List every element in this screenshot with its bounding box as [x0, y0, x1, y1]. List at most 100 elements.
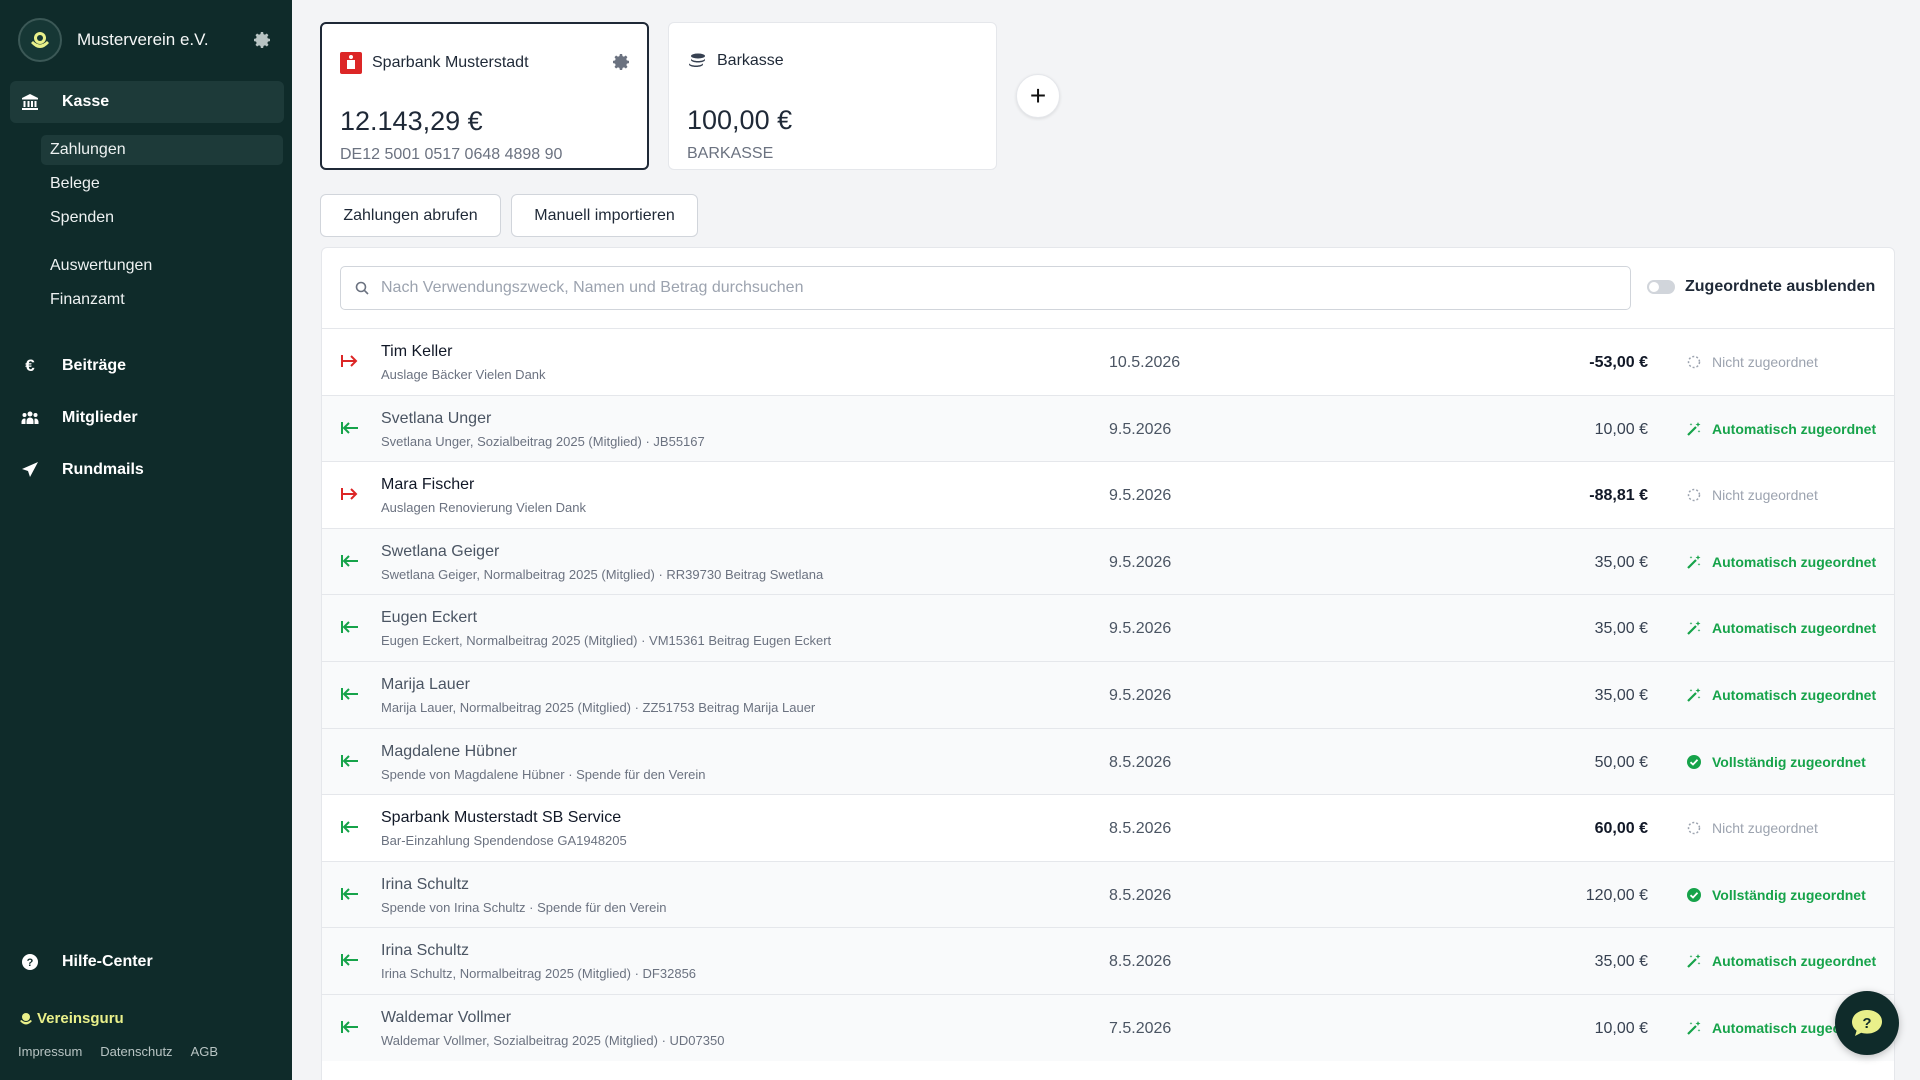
- fetch-payments-button[interactable]: Zahlungen abrufen: [320, 194, 501, 237]
- sub-zahlungen[interactable]: Zahlungen: [41, 135, 283, 165]
- footer-links: Impressum Datenschutz AGB: [18, 1044, 218, 1059]
- payment-status[interactable]: Nicht zugeordnet: [1686, 354, 1818, 370]
- chat-question-icon: ?: [1852, 1010, 1882, 1036]
- link-agb[interactable]: AGB: [191, 1044, 218, 1059]
- payment-status[interactable]: Vollständig zugeordnet: [1686, 754, 1866, 770]
- nav-hilfe-center[interactable]: ? Hilfe-Center: [10, 941, 284, 983]
- toggle-label: Zugeordnete ausblenden: [1685, 278, 1876, 295]
- status-label: Automatisch zugeordnet: [1712, 620, 1877, 637]
- nav-beitraege[interactable]: € Beiträge: [10, 345, 284, 387]
- incoming-arrow-icon: [340, 418, 360, 438]
- payments-list: Tim Keller Auslage Bäcker Vielen Dank 10.5…: [322, 328, 1894, 1061]
- status-label: Vollständig zugeordnet: [1712, 753, 1866, 770]
- payment-status[interactable]: Automatisch zugeordnet: [1686, 421, 1876, 437]
- payment-status[interactable]: Vollständig zugeordnet: [1686, 887, 1866, 903]
- sub-finanzamt[interactable]: Finanzamt: [41, 285, 283, 315]
- payment-row[interactable]: Mara Fischer Auslagen Renovierung Vielen …: [322, 461, 1894, 528]
- coins-icon: [689, 53, 705, 67]
- check-circle-icon: [1686, 887, 1702, 903]
- payment-amount: 60,00 €: [1594, 820, 1648, 838]
- sparbank-logo-icon: [340, 52, 362, 74]
- hide-assigned-toggle[interactable]: Zugeordnete ausblenden: [1647, 278, 1875, 296]
- payment-status[interactable]: Automatisch zugeordnet: [1686, 953, 1876, 969]
- org-settings-gear-icon[interactable]: [250, 28, 274, 52]
- link-datenschutz[interactable]: Datenschutz: [100, 1044, 172, 1059]
- nav-mitglieder[interactable]: Mitglieder: [10, 397, 284, 439]
- payment-name: Irina Schultz: [381, 942, 470, 960]
- payment-description: Auslage Bäcker Vielen Dank: [381, 367, 546, 382]
- payment-description: Swetlana Geiger, Normalbeitrag 2025 (Mit…: [381, 566, 824, 582]
- payment-description: Eugen Eckert, Normalbeitrag 2025 (Mitgli…: [381, 633, 832, 649]
- org-header: Musterverein e.V.: [18, 18, 274, 62]
- payment-name: Swetlana Geiger: [381, 542, 500, 560]
- payment-row[interactable]: Tim Keller Auslage Bäcker Vielen Dank 10.5…: [322, 328, 1894, 395]
- payment-amount: 10,00 €: [1594, 420, 1648, 438]
- payment-name: Magdalene Hübner: [381, 742, 518, 760]
- incoming-arrow-icon: [340, 684, 360, 704]
- magic-wand-icon: [1686, 1020, 1702, 1036]
- search-input[interactable]: [381, 279, 1630, 297]
- account-card-sparbank[interactable]: Sparbank Musterstadt 12.143,29 € DE12 50…: [320, 22, 649, 170]
- status-label: Nicht zugeordnet: [1712, 487, 1818, 504]
- toggle-switch[interactable]: [1647, 280, 1675, 294]
- payment-row[interactable]: Eugen Eckert Eugen Eckert, Normalbeitrag …: [322, 594, 1894, 661]
- nav-rundmails[interactable]: Rundmails: [10, 449, 284, 491]
- payment-description: Spende von Magdalene Hübner · Spende für…: [381, 766, 706, 782]
- magic-wand-icon: [1686, 421, 1702, 437]
- payment-name: Waldemar Vollmer: [381, 1008, 512, 1026]
- payment-amount: 35,00 €: [1594, 686, 1648, 704]
- paper-plane-icon: [20, 460, 40, 480]
- payment-status[interactable]: Automatisch zugeordnet: [1686, 554, 1876, 570]
- status-label: Nicht zugeordnet: [1712, 354, 1818, 370]
- payment-date: 8.5.2026: [1109, 753, 1172, 771]
- outgoing-arrow-icon: [340, 351, 360, 371]
- link-impressum[interactable]: Impressum: [18, 1044, 82, 1059]
- payment-status[interactable]: Nicht zugeordnet: [1686, 487, 1818, 503]
- add-account-button[interactable]: +: [1016, 74, 1060, 118]
- payment-date: 9.5.2026: [1109, 686, 1172, 704]
- payment-row[interactable]: Waldemar Vollmer Waldemar Vollmer, Sozial…: [322, 993, 1894, 1061]
- payment-row[interactable]: Magdalene Hübner Spende von Magdalene Hüb…: [322, 727, 1894, 795]
- euro-icon: €: [25, 356, 35, 375]
- status-label: Automatisch zugeordnet: [1712, 686, 1877, 703]
- sub-label: Belege: [50, 175, 100, 192]
- nav-label: Mitglieder: [62, 409, 138, 426]
- nav-label: Beiträge: [62, 357, 127, 374]
- sub-auswertungen[interactable]: Auswertungen: [41, 251, 283, 281]
- account-iban: DE12 5001 0517 0648 4898 90: [340, 146, 563, 163]
- payment-row[interactable]: Svetlana Unger Svetlana Unger, Sozialbeit…: [322, 394, 1894, 462]
- sub-label: Auswertungen: [50, 257, 153, 274]
- payment-amount: 35,00 €: [1594, 953, 1648, 971]
- payment-description: Auslagen Renovierung Vielen Dank: [381, 500, 587, 516]
- payment-row[interactable]: Marija Lauer Marija Lauer, Normalbeitrag …: [322, 660, 1894, 728]
- payment-status[interactable]: Nicht zugeordnet: [1686, 820, 1818, 836]
- brand-name: Vereinsguru: [37, 1010, 124, 1027]
- help-chat-button[interactable]: ?: [1835, 991, 1899, 1055]
- sub-label: Zahlungen: [50, 141, 126, 158]
- incoming-arrow-icon: [340, 551, 360, 571]
- payment-row[interactable]: Irina Schultz Irina Schultz, Normalbeitra…: [322, 927, 1894, 994]
- nav-kasse[interactable]: Kasse: [10, 81, 284, 123]
- payment-name: Mara Fischer: [381, 476, 475, 494]
- payment-date: 9.5.2026: [1109, 620, 1172, 638]
- payment-date: 8.5.2026: [1109, 886, 1172, 904]
- payment-status[interactable]: Automatisch zugeordnet: [1686, 687, 1876, 703]
- manual-import-button[interactable]: Manuell importieren: [511, 194, 698, 237]
- payment-row[interactable]: Irina Schultz Spende von Irina Schultz · …: [322, 860, 1894, 928]
- account-balance: 100,00 €: [687, 105, 793, 135]
- sub-belege[interactable]: Belege: [41, 169, 283, 199]
- account-card-barkasse[interactable]: Barkasse 100,00 € BARKASSE: [668, 22, 997, 170]
- payment-row[interactable]: Swetlana Geiger Swetlana Geiger, Normalbe…: [322, 527, 1894, 595]
- payment-status[interactable]: Automatisch zugeordnet: [1686, 620, 1876, 636]
- account-label: BARKASSE: [687, 145, 774, 162]
- account-settings-gear-icon[interactable]: [611, 52, 631, 77]
- magic-wand-icon: [1686, 687, 1702, 703]
- search-box[interactable]: [340, 266, 1631, 310]
- incoming-arrow-icon: [340, 1017, 360, 1037]
- incoming-arrow-icon: [340, 617, 360, 637]
- payment-row[interactable]: Sparbank Musterstadt SB Service Bar-Einza…: [322, 794, 1894, 861]
- payment-description: Spende von Irina Schultz · Spende für de…: [381, 899, 667, 915]
- account-name: Barkasse: [717, 52, 784, 69]
- account-head: Sparbank Musterstadt: [340, 52, 529, 74]
- sub-spenden[interactable]: Spenden: [41, 203, 283, 233]
